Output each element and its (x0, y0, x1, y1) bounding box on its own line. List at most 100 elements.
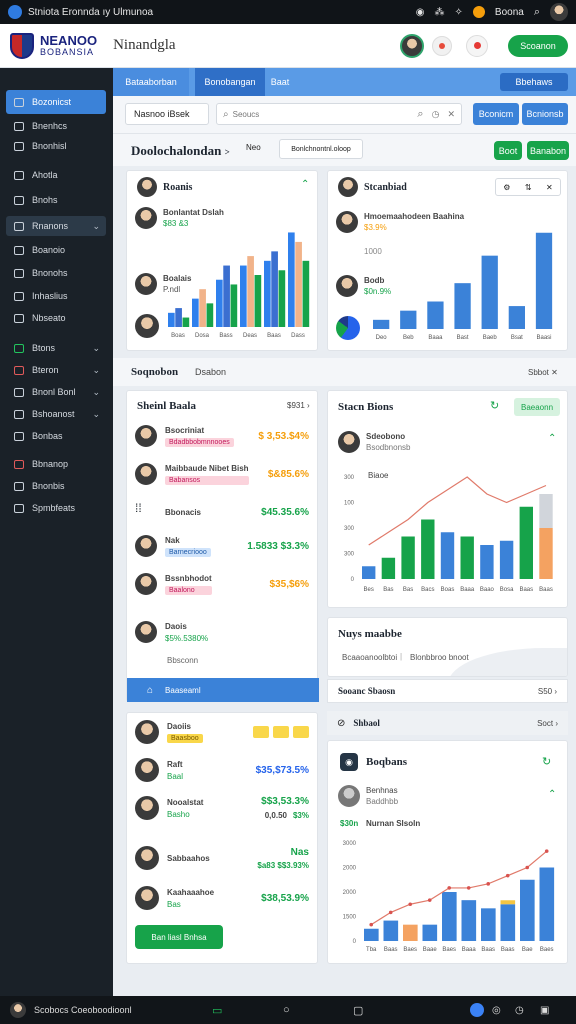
tab-3[interactable]: Baat (265, 68, 295, 96)
card3-row[interactable]: Daois $5%.5380% (135, 617, 309, 647)
row-avatar[interactable] (135, 425, 157, 447)
tab-2[interactable]: Bonobangan (195, 68, 265, 96)
chevron-down-icon[interactable]: ⌄ (92, 221, 100, 232)
refresh-icon[interactable]: ↻ (542, 755, 551, 768)
card7-row-avatar[interactable] (338, 785, 360, 807)
sidebar-item[interactable]: Ahotla (6, 165, 106, 185)
row-avatar[interactable] (135, 758, 159, 782)
grid-icon[interactable]: ⁂ (435, 7, 445, 18)
chat-icon[interactable]: ▭ (212, 1004, 222, 1017)
strip-shbaol[interactable]: ⊘ Shbaol Soct › (327, 711, 568, 735)
logo[interactable]: NEANOO BOBANSIA (10, 32, 97, 59)
sidebar-item[interactable]: Bozonicst (6, 90, 106, 114)
profile-avatar[interactable] (550, 3, 568, 21)
clock-icon[interactable]: ◷ (432, 109, 440, 120)
search-input[interactable]: ⌕ Seoucs ⌕ ◷ ✕ (216, 103, 462, 125)
close-icon[interactable]: ✕ (546, 183, 553, 192)
sidebar-item[interactable]: Bteron ⌄ (6, 360, 106, 380)
clear-icon[interactable]: ✕ (447, 109, 455, 120)
card6-row[interactable]: Nooalstat Basho $$3,53.3% 0,0.50 $3% (135, 793, 309, 823)
alert-icon[interactable] (466, 34, 488, 57)
sidebar-item[interactable]: Btons ⌄ (6, 338, 106, 358)
row-avatar[interactable] (135, 796, 159, 820)
header-avatar[interactable] (400, 33, 424, 58)
card1-row1-avatar[interactable] (135, 207, 157, 229)
row-avatar[interactable] (135, 535, 157, 557)
status-user[interactable]: Boona (495, 7, 524, 18)
dashboard-chip-2[interactable]: Bonlchnontnl.oloop (279, 139, 363, 159)
window-icon[interactable]: ▣ (540, 1005, 549, 1016)
yellow-badge[interactable] (253, 726, 269, 738)
sidebar-item[interactable]: Bonbas (6, 426, 106, 446)
card1-avatar[interactable] (137, 177, 157, 197)
browser-icon[interactable] (470, 1003, 484, 1017)
strip-sooanc[interactable]: Sooanc Sbaosn S50 › (327, 679, 568, 703)
chevron-right-icon[interactable]: > (225, 147, 230, 157)
card1-row3-avatar[interactable] (135, 314, 159, 338)
sort-icon[interactable]: ⇅ (525, 183, 532, 192)
search-action-1[interactable]: Bconicm (473, 103, 519, 125)
bell-icon[interactable]: ✧ (455, 7, 463, 18)
card2-row1-avatar[interactable] (336, 211, 358, 233)
user-avatar[interactable] (472, 6, 485, 18)
card6-row[interactable]: Sabbaahos Nas $a83 $$3.93% (135, 843, 309, 873)
header-primary-button[interactable]: Scoanon (508, 34, 568, 57)
sidebar-item[interactable]: Bnonbis (6, 476, 106, 496)
sidebar-item[interactable]: Bnenhcs (6, 116, 106, 136)
sidebar-item[interactable]: Bnonohs (6, 263, 106, 283)
close-icon[interactable]: ✕ (551, 368, 558, 377)
chevron-down-icon[interactable]: ⌄ (92, 365, 100, 376)
section-right[interactable]: Sbbot ✕ (528, 368, 558, 377)
sidebar-item[interactable]: Boanoio (6, 240, 106, 260)
card3-footer[interactable]: ⌂ Baaseaml (127, 678, 319, 702)
sidebar-item[interactable]: Nbseato (6, 308, 106, 328)
row-avatar[interactable] (135, 573, 157, 595)
dashboard-button-2[interactable]: Banabon (527, 141, 569, 160)
notification-icon[interactable]: ◉ (416, 7, 425, 18)
sidebar-item[interactable]: Spmbfeats (6, 498, 106, 518)
sidebar-item[interactable]: Bshoanost ⌄ (6, 404, 106, 424)
collapse-icon[interactable]: ⌃ (548, 433, 556, 444)
square-icon[interactable]: ▢ (353, 1004, 363, 1017)
section-tab-2[interactable]: Dsabon (195, 367, 226, 377)
sidebar-item[interactable]: Bnonhisl (6, 136, 106, 156)
row-avatar[interactable] (135, 463, 157, 485)
card6-button[interactable]: Ban liasl Bnhsa (135, 925, 223, 949)
card3-row[interactable]: Bssnbhodot Baalono $35,$6% (135, 569, 309, 599)
sidebar-item[interactable]: Bbnanop (6, 454, 106, 474)
settings-icon[interactable]: ⚙ (503, 183, 510, 192)
card4-badge[interactable]: Baeaonn (514, 398, 560, 416)
card6-row[interactable]: Raft Baal $35,$73.5% (135, 755, 309, 785)
dashboard-chip-1[interactable]: Neo (246, 143, 261, 152)
card3-row[interactable]: ⁞⁞ Bbonacis $45.35.6% (135, 497, 309, 527)
card3-row[interactable]: Maibbaude Nibet Bish Babansos $&85.6% (135, 459, 309, 489)
dashboard-button-1[interactable]: Boot (494, 141, 522, 160)
yellow-badge[interactable] (273, 726, 289, 738)
row-avatar[interactable] (135, 886, 159, 910)
magnifier-icon[interactable]: ⌕ (417, 108, 423, 121)
sidebar-item[interactable]: Rnanons ⌄ (6, 216, 106, 236)
card3-row[interactable]: Bsocriniat Bdadbbobmnnooes $ 3,53.$4% (135, 421, 309, 451)
tab-1[interactable]: Bataaborban (113, 68, 189, 96)
clock-icon[interactable]: ◷ (515, 1005, 524, 1016)
chevron-down-icon[interactable]: ⌄ (92, 409, 100, 420)
row-avatar[interactable] (135, 720, 159, 744)
row-avatar[interactable] (135, 621, 157, 643)
card4-row-avatar[interactable] (338, 431, 360, 453)
row-avatar[interactable]: ⁞⁞ (135, 501, 157, 523)
card6-row[interactable]: Kaahaaahoe Bas $38,53.9% (135, 883, 309, 913)
collapse-icon[interactable]: ⌃ (548, 789, 556, 800)
search-icon[interactable]: ⌕ (534, 6, 540, 19)
notification-badge-icon[interactable] (432, 35, 452, 56)
settings-icon[interactable]: ◎ (492, 1005, 501, 1016)
chevron-down-icon[interactable]: ⌄ (92, 343, 100, 354)
sidebar-item[interactable]: Bnonl Bonl ⌄ (6, 382, 106, 402)
card3-row[interactable]: Nak Barnecriooo 1.5833 $3.3% (135, 531, 309, 561)
sidebar-item[interactable]: Bnohs (6, 190, 106, 210)
refresh-icon[interactable]: ↻ (490, 399, 499, 412)
yellow-badge[interactable] (293, 726, 309, 738)
card6-row[interactable]: Daoiis Baasboo (135, 717, 309, 747)
card1-row2-avatar[interactable] (135, 273, 157, 295)
sidebar-item[interactable]: Inhaslius (6, 286, 106, 306)
collapse-icon[interactable]: ⌃ (301, 179, 309, 190)
